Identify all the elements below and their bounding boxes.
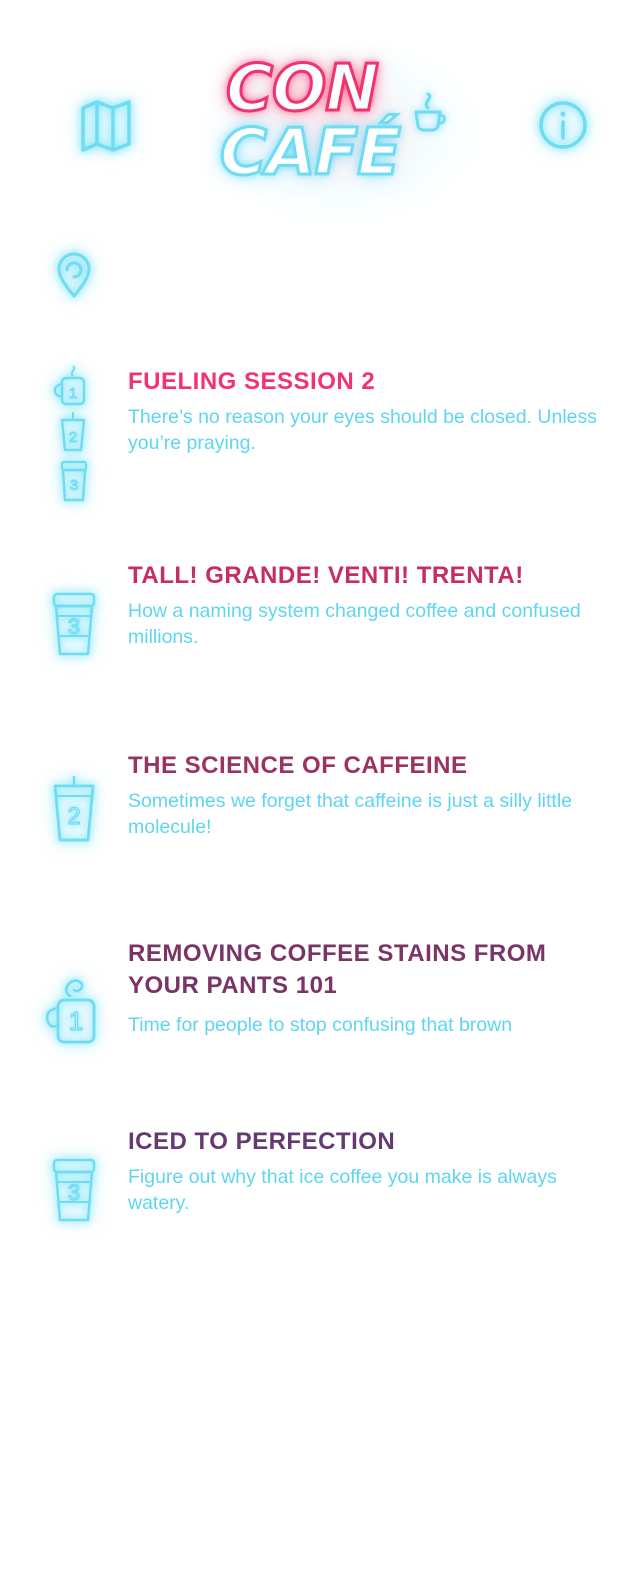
session-icon: 1 [40, 970, 110, 1048]
session-title: REMOVING COFFEE STAINS FROM YOUR PANTS 1… [128, 940, 547, 999]
location-button[interactable] [52, 250, 96, 300]
session-item[interactable]: 2 THE SCIENCE OF CAFFEINE Sometimes we f… [0, 746, 640, 866]
session-description: How a naming system changed coffee and c… [128, 600, 581, 648]
info-icon [539, 101, 587, 149]
logo: CON CAFÉ [190, 30, 490, 230]
session-icon-number: 1 [69, 385, 77, 402]
session-icon-number: 2 [69, 429, 77, 446]
iced-cup-icon: 2 [53, 776, 95, 842]
logo-line-1: CON [225, 51, 381, 128]
session-item[interactable]: 1 2 3 FUELING SESSION 2 There’s no reaso… [0, 360, 640, 510]
takeaway-cup-icon: 3 [52, 1158, 96, 1222]
session-description: Sometimes we forget that caffeine is jus… [128, 790, 572, 838]
session-item[interactable]: 3 ICED TO PERFECTION Figure out why that… [0, 1122, 640, 1242]
map-icon [81, 100, 131, 152]
session-item[interactable]: 1 REMOVING COFFEE STAINS FROM YOUR PANTS… [0, 936, 640, 1076]
session-title: THE SCIENCE OF CAFFEINE [128, 752, 468, 779]
session-icon-number: 3 [68, 614, 80, 639]
info-button[interactable] [534, 96, 592, 154]
session-icon-number: 3 [68, 1180, 80, 1205]
cup-stack-icon: 1 2 3 [53, 365, 88, 502]
map-button[interactable] [78, 96, 136, 154]
takeaway-cup-icon: 3 [52, 592, 96, 656]
session-item[interactable]: 3 TALL! GRANDE! VENTI! TRENTA! How a nam… [0, 556, 640, 676]
session-description: There’s no reason your eyes should be cl… [128, 406, 597, 454]
session-icon-number: 3 [70, 477, 78, 494]
session-icon-number: 2 [67, 803, 80, 830]
session-icon: 3 [40, 590, 110, 662]
session-icon: 2 [40, 774, 110, 846]
session-icon: 1 2 3 [40, 362, 110, 504]
session-description: Figure out why that ice coffee you make … [128, 1166, 557, 1214]
session-title: FUELING SESSION 2 [128, 368, 376, 395]
session-icon-number: 1 [69, 1006, 83, 1036]
logo-line-2: CAFÉ [219, 115, 403, 192]
coffee-cup-icon [414, 92, 446, 132]
session-description: Time for people to stop confusing that b… [128, 1014, 513, 1036]
session-title: ICED TO PERFECTION [128, 1128, 396, 1155]
location-pin-icon [57, 252, 91, 298]
mug-icon: 1 [45, 979, 96, 1044]
session-icon: 3 [40, 1156, 110, 1228]
session-title: TALL! GRANDE! VENTI! TRENTA! [128, 562, 524, 589]
